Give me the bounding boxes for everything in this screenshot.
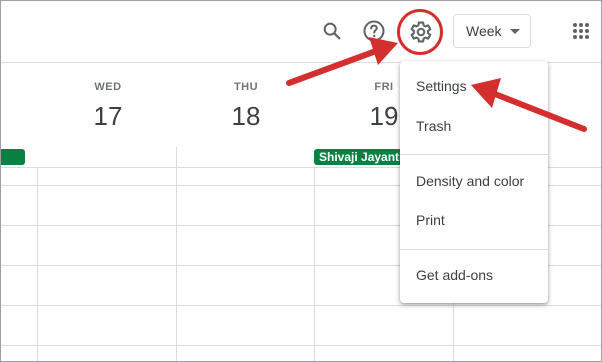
hour-line (1, 345, 601, 346)
all-day-divider (176, 147, 177, 167)
apps-grid-icon (573, 23, 589, 39)
help-button[interactable] (359, 16, 389, 46)
view-selector[interactable]: Week (453, 14, 531, 48)
day-header-wed[interactable]: WED 17 (78, 81, 138, 132)
menu-divider (400, 154, 548, 155)
view-selector-label: Week (466, 23, 502, 39)
help-icon (363, 20, 385, 42)
search-icon (323, 22, 341, 40)
day-number[interactable]: 18 (216, 101, 276, 132)
menu-item-trash[interactable]: Trash (400, 108, 548, 144)
menu-divider (400, 249, 548, 250)
settings-menu: Settings Trash Density and color Print G… (400, 61, 548, 303)
menu-item-label: Settings (416, 78, 467, 94)
menu-item-settings[interactable]: Settings (400, 68, 548, 104)
search-button[interactable] (317, 16, 347, 46)
apps-button[interactable] (566, 16, 596, 46)
all-day-event[interactable]: Shivaji Jayanti (314, 149, 404, 165)
event-title: Shivaji Jayanti (319, 150, 403, 164)
chevron-down-icon (510, 29, 520, 34)
menu-item-print[interactable]: Print (400, 202, 548, 238)
menu-item-density-and-color[interactable]: Density and color (400, 163, 548, 199)
menu-item-label: Trash (416, 118, 452, 134)
menu-item-label: Density and color (416, 173, 525, 189)
day-name: WED (94, 81, 122, 93)
menu-item-label: Print (416, 212, 445, 228)
menu-item-get-add-ons[interactable]: Get add-ons (400, 257, 548, 293)
all-day-event[interactable] (1, 149, 25, 165)
calendar-window: Week WED 17 THU 18 FRI 19 Shivaji Jayant… (0, 0, 602, 362)
menu-item-label: Get add-ons (416, 267, 494, 283)
day-header-thu[interactable]: THU 18 (216, 81, 276, 132)
hour-line (1, 305, 601, 306)
day-number[interactable]: 17 (78, 101, 138, 132)
top-bar: Week (1, 1, 601, 63)
day-name: THU (233, 81, 259, 93)
annotation-circle (397, 9, 443, 55)
